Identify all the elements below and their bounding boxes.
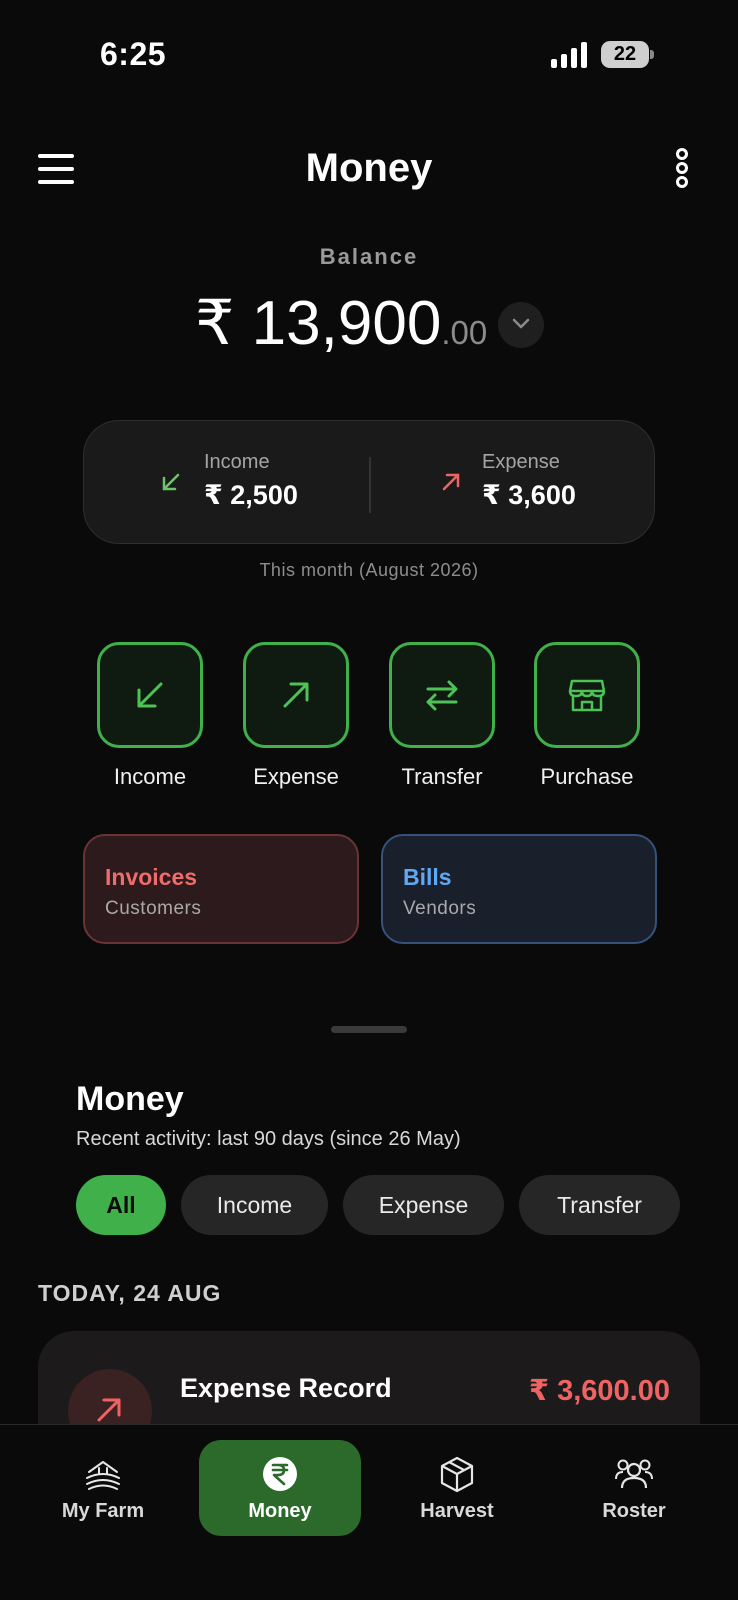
balance-dropdown-button[interactable] [498,302,544,348]
summary-divider [369,457,371,513]
activity-subtitle: Recent activity: last 90 days (since 26 … [76,1128,461,1150]
tab-my-farm-label: My Farm [61,1500,145,1522]
invoices-subtitle: Customers [105,898,202,919]
tab-money-label: Money [248,1500,312,1522]
chevron-down-icon [512,318,530,329]
expense-arrow-icon [442,473,460,491]
transaction-amount: ₹ 3,600.00 [528,1375,670,1407]
month-note: This month (August 2026) [259,560,479,580]
bills-subtitle: Vendors [403,898,477,919]
bills-title: Bills [403,864,452,890]
transfer-action-button[interactable]: Transfer [367,642,517,790]
store-icon [568,679,606,712]
tab-harvest[interactable]: Harvest [376,1440,538,1536]
expense-action-label: Expense [253,764,339,789]
filter-chip-expense[interactable]: Expense [343,1175,504,1235]
arrow-down-left-icon [137,682,163,708]
income-summary-label: Income [204,451,270,473]
date-header: TODAY, 24 AUG [38,1280,222,1306]
page-title: Money [305,146,433,190]
transfer-icon [426,680,458,711]
quick-actions: Income Expense Transfer Purchase [0,642,738,792]
transaction-name: Expense Record [180,1373,392,1403]
money-screen: 6:25 22 Money Balance ₹ 13,900.00 Income… [0,0,738,1600]
arrow-up-right-icon [97,1398,121,1422]
balance-display: ₹ 13,900.00 [0,286,738,359]
sheet-drag-handle[interactable] [331,1026,407,1033]
tab-roster[interactable]: Roster [553,1440,715,1536]
income-summary-value: ₹ 2,500 [204,480,298,510]
balance-amount: ₹ 13,900.00 [195,286,487,359]
transfer-action-label: Transfer [401,764,483,789]
filter-chip-all[interactable]: All [76,1175,166,1235]
balance-whole: ₹ 13,900 [195,289,442,358]
purchase-action-button[interactable]: Purchase [512,642,662,790]
invoices-card[interactable]: Invoices Customers [83,834,359,944]
battery-level: 22 [613,43,637,65]
income-arrow-icon [162,473,180,491]
tab-money[interactable]: Money [199,1440,361,1536]
signal-icon [551,42,587,68]
expense-action-button[interactable]: Expense [221,642,371,790]
status-bar: 6:25 22 [0,0,738,110]
bottom-tab-bar: My Farm Money Harvest Roster [0,1424,738,1600]
invoices-title: Invoices [105,864,198,890]
tab-my-farm[interactable]: My Farm [22,1440,184,1536]
box-icon [440,1456,474,1493]
top-bar: Money [0,140,738,200]
filter-chip-transfer[interactable]: Transfer [519,1175,680,1235]
farm-icon [86,1461,120,1490]
filter-chip-income[interactable]: Income [181,1175,328,1235]
rupee-icon [263,1457,297,1491]
income-summary: Income ₹ 2,500 [204,451,298,511]
balance-decimal: .00 [441,314,488,351]
income-action-label: Income [113,764,187,789]
month-summary-card: Income ₹ 2,500 Expense ₹ 3,600 [83,420,655,544]
more-options-icon[interactable] [670,148,694,192]
status-time: 6:25 [100,36,167,72]
balance-label: Balance [319,244,419,269]
people-icon [615,1459,653,1489]
income-action-button[interactable]: Income [75,642,225,790]
expense-summary-label: Expense [482,451,560,473]
battery-icon: 22 [601,41,654,68]
purchase-action-label: Purchase [540,764,634,789]
tab-harvest-label: Harvest [420,1500,494,1522]
bills-card[interactable]: Bills Vendors [381,834,657,944]
expense-summary-value: ₹ 3,600 [482,480,576,510]
expense-summary: Expense ₹ 3,600 [482,451,576,511]
arrow-up-right-icon [283,682,309,708]
activity-title: Money [76,1080,184,1118]
tab-roster-label: Roster [602,1500,666,1522]
